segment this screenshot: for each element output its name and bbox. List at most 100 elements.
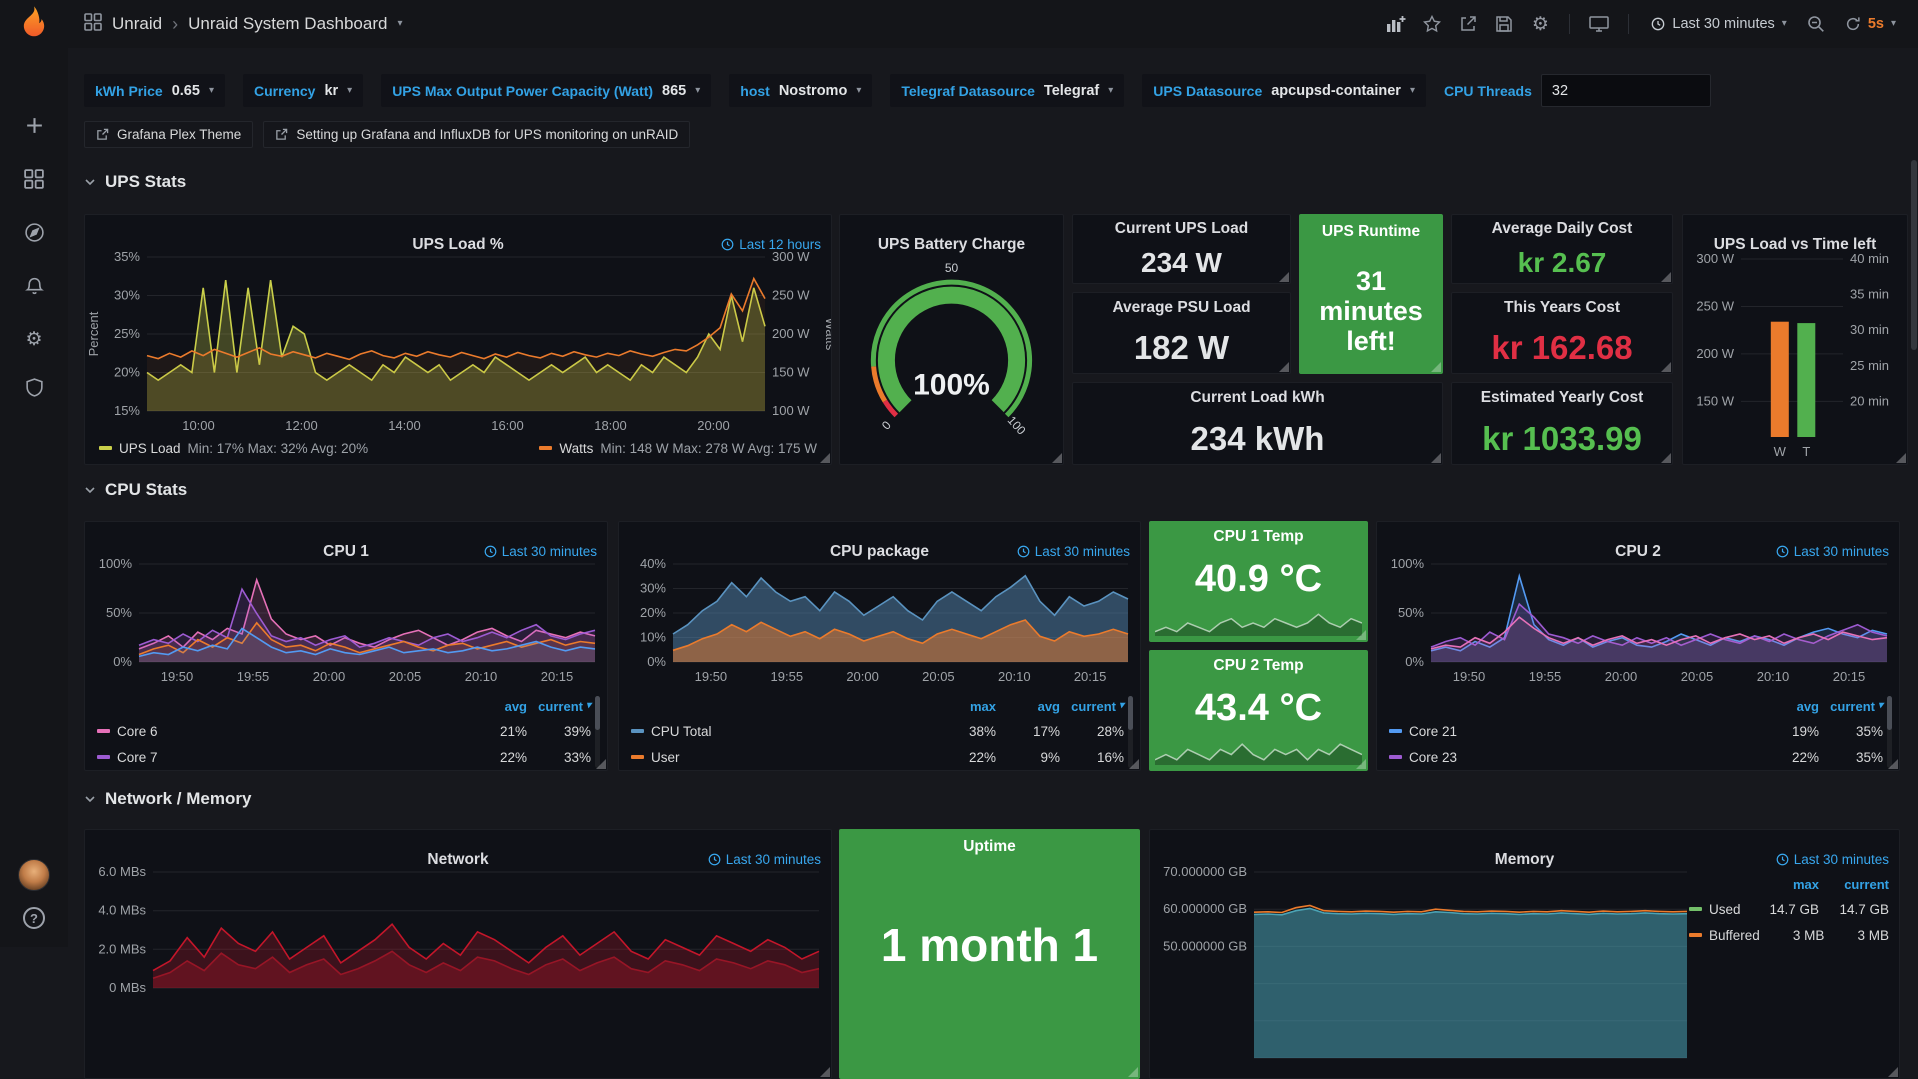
explore-compass-icon[interactable]: [24, 222, 45, 248]
svg-text:50%: 50%: [1398, 605, 1424, 620]
svg-text:14:00: 14:00: [388, 418, 421, 433]
variable-currency[interactable]: Currencykr▾: [243, 74, 363, 107]
svg-text:0%: 0%: [113, 654, 132, 669]
save-button[interactable]: [1489, 9, 1519, 39]
svg-text:6.0 MBs: 6.0 MBs: [98, 864, 146, 879]
svg-text:20:15: 20:15: [541, 669, 574, 684]
dashboards-grid-icon[interactable]: [84, 13, 102, 36]
clock-icon: [1776, 853, 1789, 866]
caret-down-icon[interactable]: ▾: [397, 19, 402, 29]
legend-row[interactable]: Core 2322%35%: [1389, 744, 1883, 770]
variable-kwh-price[interactable]: kWh Price0.65▾: [84, 74, 225, 107]
legend-item[interactable]: UPS LoadMin: 17% Max: 32% Avg: 20%: [99, 441, 368, 456]
legend-row[interactable]: Core 621%39%: [97, 718, 591, 744]
panel-title[interactable]: This Years Cost: [1452, 293, 1672, 323]
caret-down-icon: ▾: [1108, 86, 1113, 96]
zoom-out-button[interactable]: [1801, 9, 1831, 39]
breadcrumb-app[interactable]: Unraid: [112, 14, 162, 34]
legend-scrollbar[interactable]: [595, 696, 600, 768]
memory-chart[interactable]: 70.000000 GB60.000000 GB50.000000 GB: [1150, 864, 1695, 1064]
user-avatar[interactable]: [18, 859, 50, 891]
tv-mode-button[interactable]: [1584, 9, 1614, 39]
admin-shield-icon[interactable]: [24, 377, 45, 403]
svg-text:15%: 15%: [114, 403, 140, 418]
svg-text:Watts: Watts: [823, 318, 831, 351]
panel-title[interactable]: UPS Runtime: [1300, 215, 1442, 249]
cpu-threads-input[interactable]: [1541, 74, 1711, 107]
svg-text:19:55: 19:55: [771, 669, 804, 684]
legend-row[interactable]: Core 722%33%: [97, 744, 591, 770]
row-header-network-memory[interactable]: Network / Memory: [84, 787, 251, 811]
grafana-logo[interactable]: [15, 5, 53, 43]
chevron-down-icon: [84, 795, 96, 803]
alerting-bell-icon[interactable]: [24, 276, 45, 302]
svg-text:20:15: 20:15: [1074, 669, 1107, 684]
sort-caret-icon: ▾: [586, 701, 591, 711]
page-scrollbar[interactable]: [1911, 160, 1917, 350]
refresh-picker[interactable]: 5s ▾: [1837, 9, 1904, 39]
share-button[interactable]: [1453, 9, 1483, 39]
link-grafana-influxdb-ups-guide[interactable]: Setting up Grafana and InfluxDB for UPS …: [263, 121, 690, 148]
svg-text:0 MBs: 0 MBs: [109, 980, 146, 994]
configuration-gear-icon[interactable]: ⚙: [25, 330, 42, 349]
cpu-2-chart[interactable]: 100%50%0%19:5019:5520:0020:0520:1020:15: [1377, 556, 1899, 686]
legend-item[interactable]: WattsMin: 148 W Max: 278 W Avg: 175 W: [539, 441, 817, 456]
variable-telegraf-datasource[interactable]: Telegraf DatasourceTelegraf▾: [890, 74, 1124, 107]
stat-value: kr 1033.99: [1482, 420, 1642, 458]
svg-text:100%: 100%: [913, 368, 990, 401]
panel-title[interactable]: Average PSU Load: [1073, 293, 1290, 323]
legend: maxavgcurrent▾ CPU Total38%17%28% User22…: [631, 694, 1124, 770]
panel-title[interactable]: Estimated Yearly Cost: [1452, 383, 1672, 413]
legend-row[interactable]: User22%9%16%: [631, 744, 1124, 770]
legend-scrollbar[interactable]: [1128, 696, 1133, 768]
panel-average-psu-load: Average PSU Load 182 W: [1072, 292, 1291, 374]
breadcrumb-dashboard-title[interactable]: Unraid System Dashboard: [188, 14, 387, 34]
panel-current-load-kwh: Current Load kWh 234 kWh: [1072, 382, 1443, 465]
help-icon[interactable]: ?: [23, 907, 45, 929]
svg-text:20%: 20%: [114, 365, 140, 380]
variable-ups-datasource[interactable]: UPS Datasourceapcupsd-container▾: [1142, 74, 1426, 107]
cpu-package-chart[interactable]: 40%30%20%10%0%19:5019:5520:0020:0520:102…: [619, 556, 1140, 686]
svg-text:30%: 30%: [114, 288, 140, 303]
breadcrumb-separator: ›: [172, 14, 178, 35]
create-plus-icon[interactable]: [24, 115, 45, 141]
svg-text:0%: 0%: [647, 654, 666, 669]
panel-title[interactable]: Current UPS Load: [1073, 215, 1290, 243]
stat-value: 43.4 °C: [1195, 687, 1322, 730]
time-range-picker[interactable]: Last 30 minutes ▾: [1643, 9, 1794, 39]
refresh-icon: [1845, 16, 1861, 32]
svg-text:40%: 40%: [640, 556, 666, 571]
star-button[interactable]: [1417, 9, 1447, 39]
add-panel-button[interactable]: [1381, 9, 1411, 39]
panel-cpu-1-temp: CPU 1 Temp 40.9 °C: [1149, 521, 1368, 642]
svg-text:20:10: 20:10: [1757, 669, 1790, 684]
row-header-cpu-stats[interactable]: CPU Stats: [84, 478, 187, 502]
ups-load-vs-time-chart[interactable]: 300 W250 W200 W150 W40 min35 min30 min25…: [1683, 249, 1907, 461]
caret-down-icon: ▾: [347, 86, 352, 96]
row-header-ups-stats[interactable]: UPS Stats: [84, 170, 186, 194]
top-navbar: Unraid › Unraid System Dashboard ▾ ⚙ Las…: [68, 0, 1918, 48]
legend-row[interactable]: Buffered3 MB3 MB: [1689, 922, 1889, 948]
panel-title[interactable]: Current Load kWh: [1073, 383, 1442, 413]
legend-row[interactable]: Used14.7 GB14.7 GB: [1689, 896, 1889, 922]
template-variables-row: kWh Price0.65▾ Currencykr▾ UPS Max Outpu…: [84, 74, 1711, 107]
variable-ups-max-output[interactable]: UPS Max Output Power Capacity (Watt)865▾: [381, 74, 711, 107]
ups-load-chart[interactable]: 35%30%25%20%15%300 W250 W200 W150 W100 W…: [85, 249, 831, 435]
legend-row[interactable]: CPU Total38%17%28%: [631, 718, 1124, 744]
panel-cpu-package: CPU package Last 30 minutes 40%30%20%10%…: [618, 521, 1141, 771]
dashboards-icon[interactable]: [24, 169, 44, 194]
panel-title[interactable]: Average Daily Cost: [1452, 215, 1672, 243]
ups-battery-gauge[interactable]: 050100100%: [840, 249, 1063, 459]
link-grafana-plex-theme[interactable]: Grafana Plex Theme: [84, 121, 253, 148]
svg-text:50.000000 GB: 50.000000 GB: [1163, 938, 1247, 953]
panel-title[interactable]: Uptime: [840, 830, 1139, 864]
svg-text:20:05: 20:05: [922, 669, 955, 684]
legend-scrollbar[interactable]: [1887, 696, 1892, 768]
navbar-actions: ⚙ Last 30 minutes ▾ 5s ▾: [1381, 9, 1904, 39]
legend-row[interactable]: Core 2119%35%: [1389, 718, 1883, 744]
cpu-1-chart[interactable]: 100%50%0%19:5019:5520:0020:0520:1020:15: [85, 556, 607, 686]
dashboard-settings-button[interactable]: ⚙: [1525, 9, 1555, 39]
variable-host[interactable]: hostNostromo▾: [729, 74, 872, 107]
network-chart[interactable]: 6.0 MBs4.0 MBs2.0 MBs0 MBs: [85, 864, 831, 994]
svg-text:40 min: 40 min: [1850, 251, 1889, 266]
